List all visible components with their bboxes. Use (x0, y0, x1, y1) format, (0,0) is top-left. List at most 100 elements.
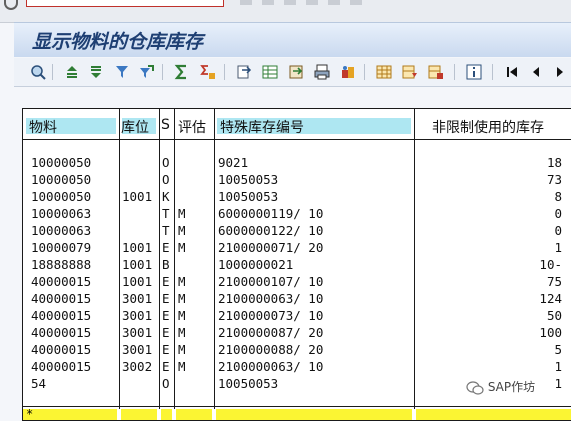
application-toolbar (14, 58, 571, 87)
print-icon[interactable] (328, 0, 340, 5)
table-cell-s: E (162, 325, 170, 340)
table-cell-val: M (178, 308, 186, 323)
layout-icon[interactable] (376, 64, 392, 80)
table-cell-val: M (178, 359, 186, 374)
table-row[interactable]: 40000015 1001 E M 2100000107/ 10 75 (23, 273, 571, 290)
save-icon[interactable] (240, 0, 252, 5)
table-cell-loc: 3001 (122, 342, 153, 357)
next-page-icon[interactable] (552, 64, 568, 80)
table-cell-qty: 0 (554, 223, 562, 238)
sort-descending-icon[interactable] (88, 64, 104, 80)
word-processing-icon[interactable] (288, 64, 304, 80)
table-cell-no: 2100000063/ 10 (218, 359, 324, 374)
export-icon[interactable] (236, 64, 252, 80)
table-cell-material: 10000050 (31, 172, 92, 187)
details-icon[interactable] (30, 64, 46, 80)
table-cell-no: 6000000122/ 10 (218, 223, 324, 238)
table-cell-val: M (178, 223, 186, 238)
table-cell-no: 2100000087/ 20 (218, 325, 324, 340)
filter-icon[interactable] (114, 64, 130, 80)
info-icon[interactable] (466, 64, 482, 80)
table-cell-s: O (162, 376, 170, 391)
table-cell-no: 10050053 (218, 189, 279, 204)
subtotal-icon[interactable] (200, 64, 216, 80)
table-cell-qty: 100 (539, 325, 562, 340)
column-header-storage-location[interactable]: 库位 (119, 109, 159, 139)
first-page-icon[interactable] (504, 64, 520, 80)
table-cell-loc: 3001 (122, 325, 153, 340)
table-row[interactable]: 40000015 3002 E M 2100000063/ 10 1 (23, 358, 571, 375)
back-icon[interactable] (262, 0, 274, 5)
previous-page-icon[interactable] (528, 64, 544, 80)
table-cell-qty: 75 (546, 274, 562, 289)
column-header-material[interactable]: 物料 (23, 109, 119, 139)
select-layout-icon[interactable] (402, 64, 418, 80)
table-cell-qty: 8 (554, 189, 562, 204)
watermark: SAP作坊 (466, 378, 535, 400)
spreadsheet-icon[interactable] (262, 64, 278, 80)
find-icon[interactable] (350, 0, 362, 5)
table-row[interactable]: 10000050 1001 K 10050053 8 (23, 188, 571, 205)
sort-ascending-icon[interactable] (64, 64, 80, 80)
table-cell-val: M (178, 342, 186, 357)
table-row[interactable]: 18888888 1001 B 1000000021 10- (23, 256, 571, 273)
abc-analysis-icon[interactable] (340, 64, 356, 80)
table-cell-qty: 1 (554, 240, 562, 255)
print-icon[interactable] (314, 64, 330, 80)
cancel-icon[interactable] (306, 0, 318, 5)
table-cell-qty: 18 (546, 155, 562, 170)
table-cell-qty: 124 (539, 291, 562, 306)
table-cell-s: T (162, 223, 170, 238)
column-header-special-stock[interactable]: S (159, 109, 174, 139)
table-cell-s: E (162, 342, 170, 357)
table-cell-val: M (178, 206, 186, 221)
table-cell-qty: 1 (554, 359, 562, 374)
table-cell-material: 40000015 (31, 342, 92, 357)
table-cell-no: 6000000119/ 10 (218, 206, 324, 221)
column-header-valuation[interactable]: 评估 (174, 109, 214, 139)
table-cell-loc: 3001 (122, 308, 153, 323)
table-row[interactable]: 40000015 3001 E M 2100000063/ 10 124 (23, 290, 571, 307)
table-row[interactable]: 40000015 3001 E M 2100000087/ 20 100 (23, 324, 571, 341)
command-field[interactable] (26, 0, 224, 7)
column-header-unrestricted-stock[interactable]: 非限制使用的库存 (414, 109, 571, 139)
table-cell-s: E (162, 240, 170, 255)
wechat-icon (466, 380, 484, 395)
table-cell-s: E (162, 308, 170, 323)
table-row[interactable]: 10000063 T M 6000000122/ 10 0 (23, 222, 571, 239)
table-cell-qty: 73 (546, 172, 562, 187)
table-cell-loc: 1001 (122, 189, 153, 204)
page-title: 显示物料的仓库库存 (32, 31, 204, 53)
table-cell-s: E (162, 359, 170, 374)
table-cell-qty: 50 (546, 308, 562, 323)
table-cell-val: M (178, 240, 186, 255)
table-cell-s: O (162, 155, 170, 170)
table-cell-qty: 5 (554, 342, 562, 357)
table-row[interactable]: 10000050 O 9021 18 (23, 154, 571, 171)
table-cell-s: O (162, 172, 170, 187)
table-row[interactable]: 40000015 3001 E M 2100000088/ 20 5 (23, 341, 571, 358)
table-cell-material: 40000015 (31, 308, 92, 323)
table-cell-material: 40000015 (31, 274, 92, 289)
table-cell-loc: 3002 (122, 359, 153, 374)
set-filter-icon[interactable] (138, 64, 154, 80)
table-cell-material: 40000015 (31, 359, 92, 374)
table-cell-qty: 1 (554, 376, 562, 391)
save-layout-icon[interactable] (428, 64, 444, 80)
top-strip (0, 0, 571, 23)
table-cell-material: 18888888 (31, 257, 92, 272)
table-row[interactable]: 10000050 O 10050053 73 (23, 171, 571, 188)
sum-icon[interactable] (174, 64, 190, 80)
total-row (23, 409, 571, 420)
table-row[interactable]: 10000079 1001 E M 2100000071/ 20 1 (23, 239, 571, 256)
enter-icon[interactable] (4, 0, 18, 10)
table-cell-material: 10000063 (31, 206, 92, 221)
table-cell-material: 10000063 (31, 223, 92, 238)
exit-icon[interactable] (284, 0, 296, 5)
table-cell-val: M (178, 274, 186, 289)
table-cell-no: 9021 (218, 155, 249, 170)
table-row[interactable]: 40000015 3001 E M 2100000073/ 10 50 (23, 307, 571, 324)
table-row[interactable]: 10000063 T M 6000000119/ 10 0 (23, 205, 571, 222)
column-header-special-stock-number[interactable]: 特殊库存编号 (214, 109, 414, 139)
table-cell-val: M (178, 325, 186, 340)
